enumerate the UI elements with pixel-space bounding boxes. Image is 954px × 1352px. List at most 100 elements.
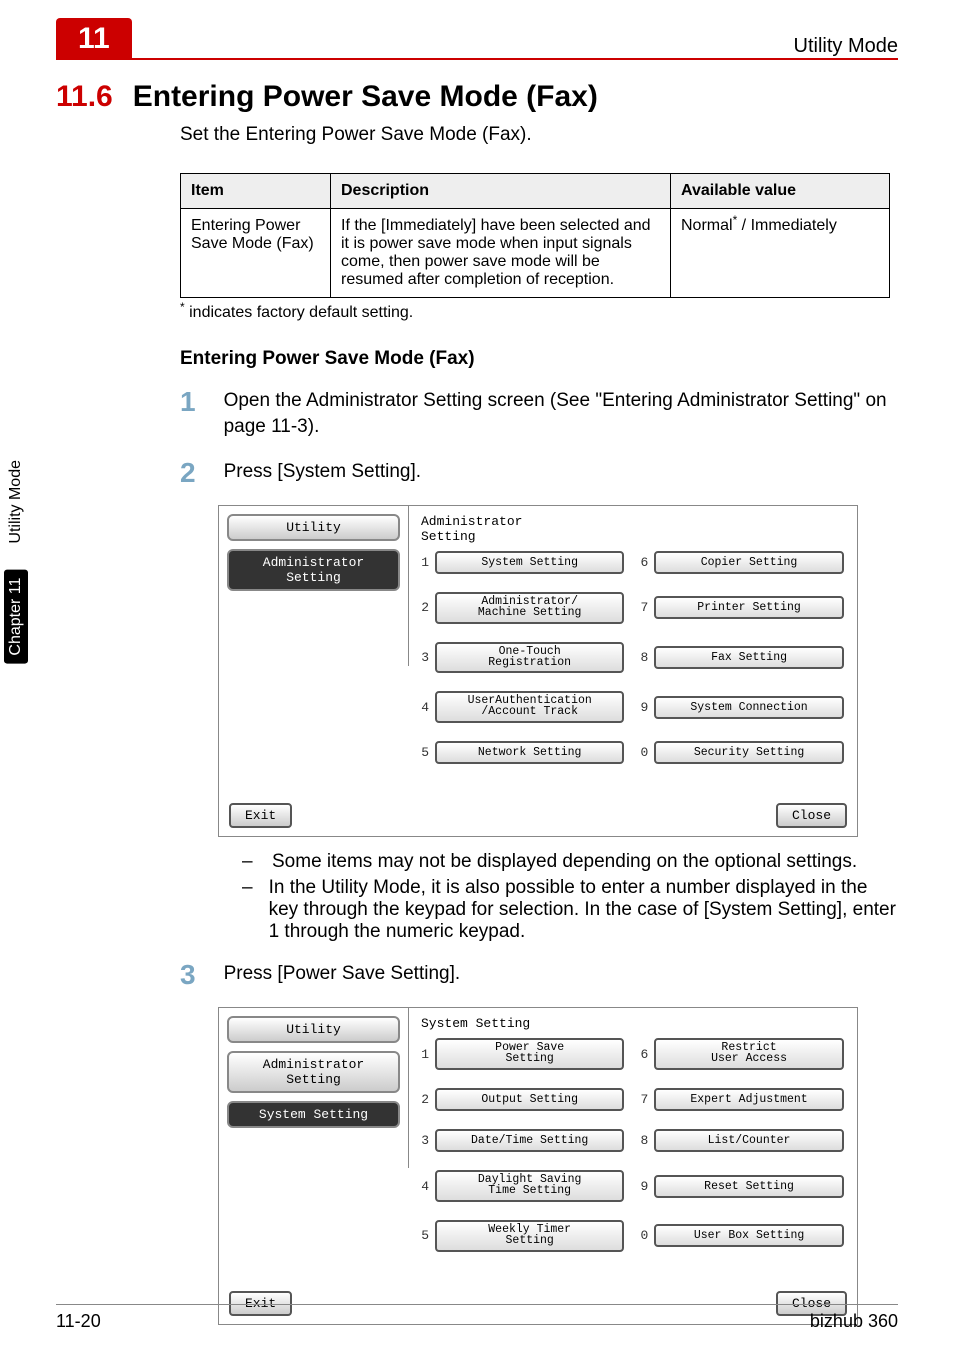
- td-desc: If the [Immediately] have been selected …: [331, 208, 671, 297]
- panel2-title: System Setting: [417, 1014, 849, 1035]
- utility-tab-2[interactable]: Utility: [227, 1016, 400, 1043]
- a2t: Administrator: [263, 1057, 364, 1072]
- notes-list: –Some items may not be displayed dependi…: [0, 851, 954, 943]
- menu-button[interactable]: Network Setting: [435, 741, 624, 764]
- procedure-heading: Entering Power Save Mode (Fax): [0, 348, 954, 370]
- section-title: Entering Power Save Mode (Fax): [133, 80, 598, 114]
- menu-button[interactable]: Copier Setting: [654, 551, 843, 574]
- menu-button[interactable]: Weekly TimerSetting: [435, 1220, 624, 1252]
- system-setting-panel: Utility Administrator Setting System Set…: [218, 1007, 858, 1325]
- menu-button[interactable]: UserAuthentication/Account Track: [435, 691, 624, 723]
- menu-button[interactable]: Fax Setting: [654, 646, 843, 669]
- step-2-text: Press [System Setting].: [224, 459, 898, 487]
- exit-button[interactable]: Exit: [229, 803, 292, 828]
- menu-item: 3 Date/Time Setting: [417, 1129, 624, 1152]
- header-rule: [56, 58, 898, 60]
- menu-button[interactable]: Printer Setting: [654, 596, 843, 619]
- header-right-label: Utility Mode: [794, 35, 898, 58]
- model-name: bizhub 360: [810, 1311, 898, 1332]
- panel1-title: Administrator Setting: [417, 512, 849, 548]
- menu-button[interactable]: Output Setting: [435, 1088, 624, 1111]
- menu-button[interactable]: RestrictUser Access: [654, 1038, 843, 1070]
- menu-index: 4: [417, 700, 429, 715]
- menu-index: 5: [417, 745, 429, 760]
- menu-button[interactable]: Power SaveSetting: [435, 1038, 624, 1070]
- dash-icon: –: [242, 877, 253, 943]
- menu-item: 8 Fax Setting: [636, 642, 843, 674]
- menu-index: 6: [636, 1047, 648, 1062]
- menu-index: 3: [417, 650, 429, 665]
- menu-index: 7: [636, 600, 648, 615]
- menu-item: 0 User Box Setting: [636, 1220, 843, 1252]
- menu-index: 1: [417, 555, 429, 570]
- menu-index: 2: [417, 600, 429, 615]
- menu-item: 1Power SaveSetting: [417, 1038, 624, 1070]
- p1t1: Administrator: [421, 514, 522, 529]
- menu-button[interactable]: Security Setting: [654, 741, 843, 764]
- admin-top: Administrator: [263, 555, 364, 570]
- menu-button[interactable]: Date/Time Setting: [435, 1129, 624, 1152]
- menu-button[interactable]: Daylight SavingTime Setting: [435, 1170, 624, 1202]
- menu-item: 2 Administrator/Machine Setting: [417, 592, 624, 624]
- system-setting-tab[interactable]: System Setting: [227, 1101, 400, 1128]
- menu-button[interactable]: User Box Setting: [654, 1224, 843, 1247]
- menu-button[interactable]: One-TouchRegistration: [435, 642, 624, 674]
- section-intro: Set the Entering Power Save Mode (Fax).: [0, 122, 954, 149]
- step-1-number: 1: [180, 388, 196, 441]
- menu-index: 7: [636, 1092, 648, 1107]
- admin-setting-tab-2[interactable]: Administrator Setting: [227, 1051, 400, 1093]
- utility-tab[interactable]: Utility: [227, 514, 400, 541]
- menu-button[interactable]: Expert Adjustment: [654, 1088, 843, 1111]
- menu-button[interactable]: List/Counter: [654, 1129, 843, 1152]
- admin-setting-panel: Utility Administrator Setting Administra…: [218, 505, 858, 838]
- menu-item: 0Security Setting: [636, 741, 843, 764]
- menu-item: 8List/Counter: [636, 1129, 843, 1152]
- step-3-number: 3: [180, 961, 196, 989]
- step-1: 1 Open the Administrator Setting screen …: [0, 388, 954, 441]
- note-2: In the Utility Mode, it is also possible…: [269, 877, 898, 943]
- close-button[interactable]: Close: [776, 803, 847, 828]
- menu-index: 9: [636, 700, 648, 715]
- section-number: 11.6: [56, 80, 113, 114]
- menu-item: 3 One-TouchRegistration: [417, 642, 624, 674]
- menu-button[interactable]: Reset Setting: [654, 1175, 843, 1198]
- td-item: Entering Power Save Mode (Fax): [181, 208, 331, 297]
- step-1-text: Open the Administrator Setting screen (S…: [224, 388, 898, 441]
- th-avail: Available value: [671, 173, 890, 208]
- a2b: Setting: [286, 1072, 341, 1087]
- menu-item: 2 Output Setting: [417, 1088, 624, 1111]
- menu-item: 6 RestrictUser Access: [636, 1038, 843, 1070]
- menu-button[interactable]: System Connection: [654, 696, 843, 719]
- menu-item: 9 Reset Setting: [636, 1170, 843, 1202]
- menu-button[interactable]: Administrator/Machine Setting: [435, 592, 624, 624]
- side-chapter-pill: Chapter 11: [4, 570, 28, 664]
- admin-setting-tab[interactable]: Administrator Setting: [227, 549, 400, 591]
- menu-button[interactable]: System Setting: [435, 551, 624, 574]
- menu-index: 8: [636, 650, 648, 665]
- asterisk-icon: *: [733, 213, 738, 227]
- menu-index: 0: [636, 1228, 648, 1243]
- side-tab: Chapter 11 Utility Mode: [0, 450, 32, 674]
- page-number: 11-20: [56, 1311, 101, 1332]
- avail-pre: Normal: [681, 217, 733, 234]
- chapter-tab: 11: [56, 18, 132, 58]
- menu-item: 7 Printer Setting: [636, 592, 843, 624]
- menu-item: 4 Daylight SavingTime Setting: [417, 1170, 624, 1202]
- menu-index: 2: [417, 1092, 429, 1107]
- menu-item: 6Copier Setting: [636, 551, 843, 574]
- menu-index: 3: [417, 1133, 429, 1148]
- admin-bottom: Setting: [286, 570, 341, 585]
- note-1: Some items may not be displayed dependin…: [272, 851, 857, 873]
- step-2: 2 Press [System Setting].: [0, 459, 954, 487]
- menu-item: 1 System Setting: [417, 551, 624, 574]
- table-footnote: * indicates factory default setting.: [0, 304, 954, 322]
- menu-index: 4: [417, 1179, 429, 1194]
- menu-index: 9: [636, 1179, 648, 1194]
- step-3: 3 Press [Power Save Setting].: [0, 961, 954, 989]
- menu-item: 5 Network Setting: [417, 741, 624, 764]
- th-item: Item: [181, 173, 331, 208]
- dash-icon: –: [242, 851, 256, 873]
- side-utility-label: Utility Mode: [7, 460, 25, 544]
- p1t2: Setting: [421, 529, 476, 544]
- th-desc: Description: [331, 173, 671, 208]
